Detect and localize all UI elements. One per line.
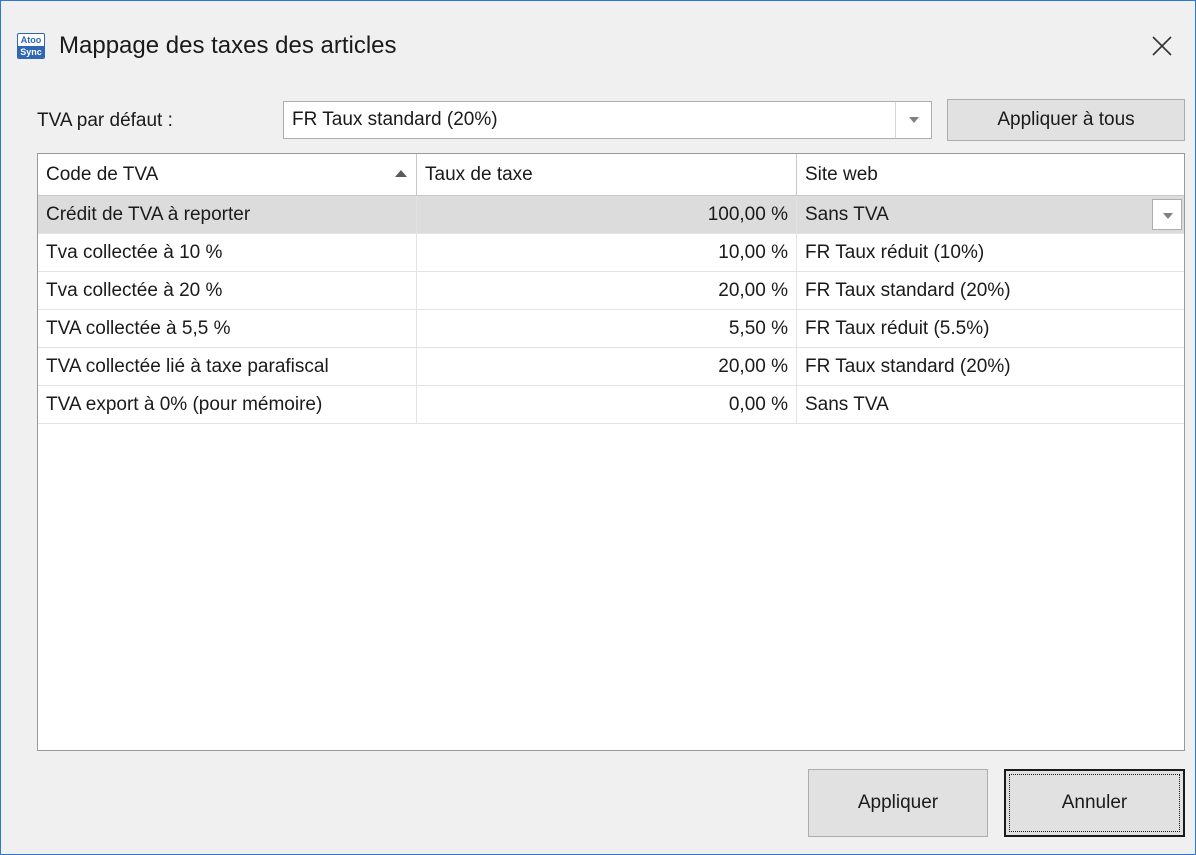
cancel-button[interactable]: Annuler [1004, 769, 1185, 837]
cell-tax-code: Crédit de TVA à reporter [38, 196, 417, 233]
cell-tax-rate: 20,00 % [417, 348, 797, 385]
cell-website[interactable]: FR Taux standard (20%) [797, 348, 1184, 385]
dialog-window: Atoo Sync Mappage des taxes des articles… [0, 0, 1196, 855]
chevron-down-icon [909, 117, 919, 123]
cell-tax-rate: 100,00 % [417, 196, 797, 233]
table-row[interactable]: Tva collectée à 20 % 20,00 % FR Taux sta… [38, 272, 1184, 310]
cell-tax-rate: 20,00 % [417, 272, 797, 309]
table-row[interactable]: Crédit de TVA à reporter 100,00 % Sans T… [38, 196, 1184, 234]
tax-mapping-grid: Code de TVA Taux de taxe Site web Crédit… [37, 153, 1185, 751]
table-row[interactable]: TVA export à 0% (pour mémoire) 0,00 % Sa… [38, 386, 1184, 424]
column-header-label: Taux de taxe [425, 164, 533, 185]
sort-ascending-icon [395, 170, 407, 177]
table-row[interactable]: TVA collectée lié à taxe parafiscal 20,0… [38, 348, 1184, 386]
cell-website[interactable]: FR Taux standard (20%) [797, 272, 1184, 309]
column-header-label: Site web [805, 164, 878, 185]
default-tax-value: FR Taux standard (20%) [292, 109, 498, 130]
column-header-tax-rate[interactable]: Taux de taxe [417, 154, 797, 195]
column-header-tax-code[interactable]: Code de TVA [38, 154, 417, 195]
cell-website[interactable]: Sans TVA [797, 386, 1184, 423]
chevron-down-icon [1163, 213, 1173, 219]
cell-tax-code: TVA export à 0% (pour mémoire) [38, 386, 417, 423]
table-row[interactable]: Tva collectée à 10 % 10,00 % FR Taux réd… [38, 234, 1184, 272]
website-dropdown-button[interactable] [1152, 199, 1182, 230]
close-button[interactable] [1141, 25, 1183, 67]
apply-button[interactable]: Appliquer [808, 769, 988, 837]
default-tax-select[interactable]: FR Taux standard (20%) [283, 101, 932, 139]
cell-tax-rate: 0,00 % [417, 386, 797, 423]
cell-tax-code: TVA collectée lié à taxe parafiscal [38, 348, 417, 385]
grid-header: Code de TVA Taux de taxe Site web [38, 154, 1184, 196]
column-header-website[interactable]: Site web [797, 154, 1184, 195]
window-title: Mappage des taxes des articles [59, 32, 397, 59]
column-header-label: Code de TVA [46, 164, 159, 185]
cell-tax-code: Tva collectée à 10 % [38, 234, 417, 271]
app-icon-text-top: Atoo [20, 35, 42, 45]
apply-to-all-button[interactable]: Appliquer à tous [947, 99, 1185, 141]
title-bar: Atoo Sync Mappage des taxes des articles [1, 1, 1195, 89]
cancel-button-label: Annuler [1061, 792, 1128, 813]
cell-tax-rate: 10,00 % [417, 234, 797, 271]
cell-website[interactable]: FR Taux réduit (10%) [797, 234, 1184, 271]
cell-tax-rate: 5,50 % [417, 310, 797, 347]
cell-website[interactable]: FR Taux réduit (5.5%) [797, 310, 1184, 347]
table-row[interactable]: TVA collectée à 5,5 % 5,50 % FR Taux réd… [38, 310, 1184, 348]
app-icon-text-bottom: Sync [18, 46, 44, 58]
cell-website-select[interactable]: Sans TVA [797, 196, 1184, 233]
default-tax-dropdown-button[interactable] [895, 102, 931, 138]
cell-website-value: Sans TVA [805, 204, 889, 225]
atoo-sync-app-icon: Atoo Sync [17, 33, 45, 59]
cell-tax-code: Tva collectée à 20 % [38, 272, 417, 309]
cell-tax-code: TVA collectée à 5,5 % [38, 310, 417, 347]
default-tax-label: TVA par défaut : [37, 110, 173, 131]
close-icon [1152, 36, 1172, 56]
